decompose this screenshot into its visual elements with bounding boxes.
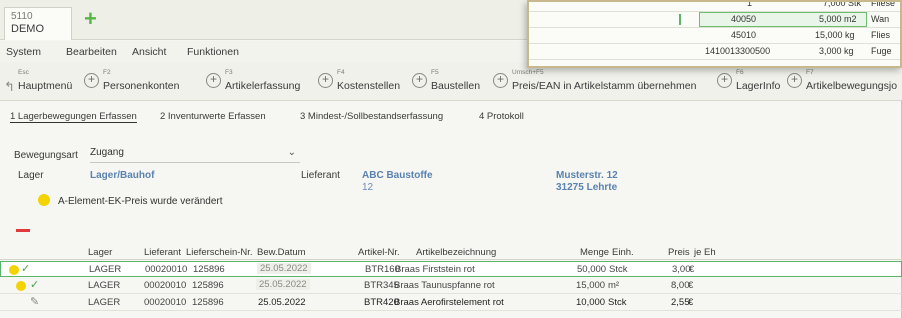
lieferant-name: ABC Baustoffe xyxy=(362,170,433,181)
remove-row-icon[interactable] xyxy=(16,229,30,232)
status-dot-icon xyxy=(9,265,19,275)
list-item[interactable]: 45010 15,000 kg Flies xyxy=(529,28,900,44)
tab-demo[interactable]: 5110 DEMO xyxy=(4,7,72,40)
tab-mindestbestand[interactable]: 3 Mindest-/Sollbestandserfassung xyxy=(300,111,443,122)
plus-circle-icon: + xyxy=(412,73,427,88)
address-city: 31275 Lehrte xyxy=(556,182,618,193)
back-arrow-icon: ↰ xyxy=(4,79,15,94)
tab-protokoll[interactable]: 4 Protokoll xyxy=(479,111,524,122)
plus-circle-icon: + xyxy=(787,73,802,88)
movement-label: Bewegungsart xyxy=(14,150,78,161)
menu-funktionen[interactable]: Funktionen xyxy=(187,46,239,58)
list-item[interactable]: 1 7,000 Stk Fliese xyxy=(529,2,900,12)
plus-circle-icon: + xyxy=(84,73,99,88)
col-artikel[interactable]: Artikel-Nr. xyxy=(358,247,400,258)
col-bezeichnung[interactable]: Artikelbezeichnung xyxy=(416,247,496,258)
col-lager[interactable]: Lager xyxy=(88,247,112,258)
lieferant-label: Lieferant xyxy=(301,170,340,181)
toolbar-baustellen-button[interactable]: + F5 Baustellen xyxy=(412,67,502,97)
col-menge[interactable]: Menge xyxy=(580,247,609,258)
main-window: 5110 DEMO + System Bearbeiten Ansicht Fu… xyxy=(0,0,902,318)
row-marker xyxy=(679,14,681,25)
toolbar-artikelerfassung-button[interactable]: + F3 Artikelerfassung xyxy=(206,67,316,97)
table-row[interactable]: ✓ LAGER 00020010 125896 25.05.2022 BTR16… xyxy=(0,261,902,277)
col-datum[interactable]: Bew.Datum xyxy=(257,247,306,258)
chevron-down-icon: ⌄ xyxy=(287,147,296,158)
check-icon: ✓ xyxy=(21,263,31,275)
address-street: Musterstr. 12 xyxy=(556,170,618,181)
toolbar-preis-ean-button[interactable]: + Umsch+F5 Preis/EAN in Artikelstamm übe… xyxy=(493,67,715,97)
table-row[interactable]: ✓ LAGER 00020010 125896 25.05.2022 BTR34… xyxy=(0,278,902,294)
list-item[interactable]: 1410013300500 3,000 kg Fuge xyxy=(529,44,900,60)
toolbar-artikelbewegung-button[interactable]: + F7 Artikelbewegungsjo xyxy=(787,67,902,97)
col-preis[interactable]: Preis xyxy=(668,247,690,258)
menu-ansicht[interactable]: Ansicht xyxy=(132,46,166,58)
table-header: Lager Lieferant Lieferschein-Nr. Bew.Dat… xyxy=(0,245,902,260)
toolbar-kostenstellen-button[interactable]: + F4 Kostenstellen xyxy=(318,67,412,97)
plus-circle-icon: + xyxy=(318,73,333,88)
status-dot-icon xyxy=(16,281,26,291)
col-lieferant[interactable]: Lieferant xyxy=(144,247,181,258)
check-icon: ✓ xyxy=(30,279,40,291)
tab-lagerbewegungen[interactable]: 1 Lagerbewegungen Erfassen xyxy=(10,111,137,123)
tab-inventurwerte[interactable]: 2 Inventurwerte Erfassen xyxy=(160,111,266,122)
movement-type-select[interactable]: Zugang ⌄ xyxy=(90,147,300,163)
toolbar-personenkonten-button[interactable]: + F2 Personenkonten xyxy=(84,67,208,97)
movement-value: Zugang xyxy=(90,147,124,158)
col-einheit[interactable]: Einh. xyxy=(612,247,634,258)
lager-head: Lager/Bauhof xyxy=(90,170,155,181)
add-tab-plus-icon[interactable]: + xyxy=(84,8,97,30)
tab-name: DEMO xyxy=(11,23,44,35)
lager-label: Lager xyxy=(18,170,44,181)
plus-circle-icon: + xyxy=(717,73,732,88)
page-tabs: 1 Lagerbewegungen Erfassen 2 Inventurwer… xyxy=(0,107,902,127)
plus-circle-icon: + xyxy=(206,73,221,88)
warning-dot-icon xyxy=(38,194,50,206)
table-row[interactable]: ✎ LAGER 00020010 125896 25.05.2022 BTR42… xyxy=(0,295,902,311)
warning-message: A-Element-EK-Preis wurde verändert xyxy=(58,196,223,207)
menu-system[interactable]: System xyxy=(6,46,41,58)
lieferant-number: 12 xyxy=(362,182,374,193)
toolbar: ↰ Esc Hauptmenü + F2 Personenkonten + F3… xyxy=(0,63,902,101)
pencil-edit-icon[interactable]: ✎ xyxy=(30,295,39,308)
menu-bearbeiten[interactable]: Bearbeiten xyxy=(66,46,117,58)
overlay-stock-panel: 1 7,000 Stk Fliese 40050 5,000 m2 Wan 45… xyxy=(527,0,902,68)
list-item[interactable]: 40050 5,000 m2 Wan xyxy=(529,12,900,28)
movements-table: Lager Lieferant Lieferschein-Nr. Bew.Dat… xyxy=(0,245,902,318)
col-lieferschein[interactable]: Lieferschein-Nr. xyxy=(186,247,253,258)
tab-code: 5110 xyxy=(11,11,33,22)
toolbar-hauptmenu-button[interactable]: ↰ Esc Hauptmenü xyxy=(2,67,82,97)
col-je-eh[interactable]: je Eh xyxy=(694,247,716,258)
plus-circle-icon: + xyxy=(493,73,508,88)
